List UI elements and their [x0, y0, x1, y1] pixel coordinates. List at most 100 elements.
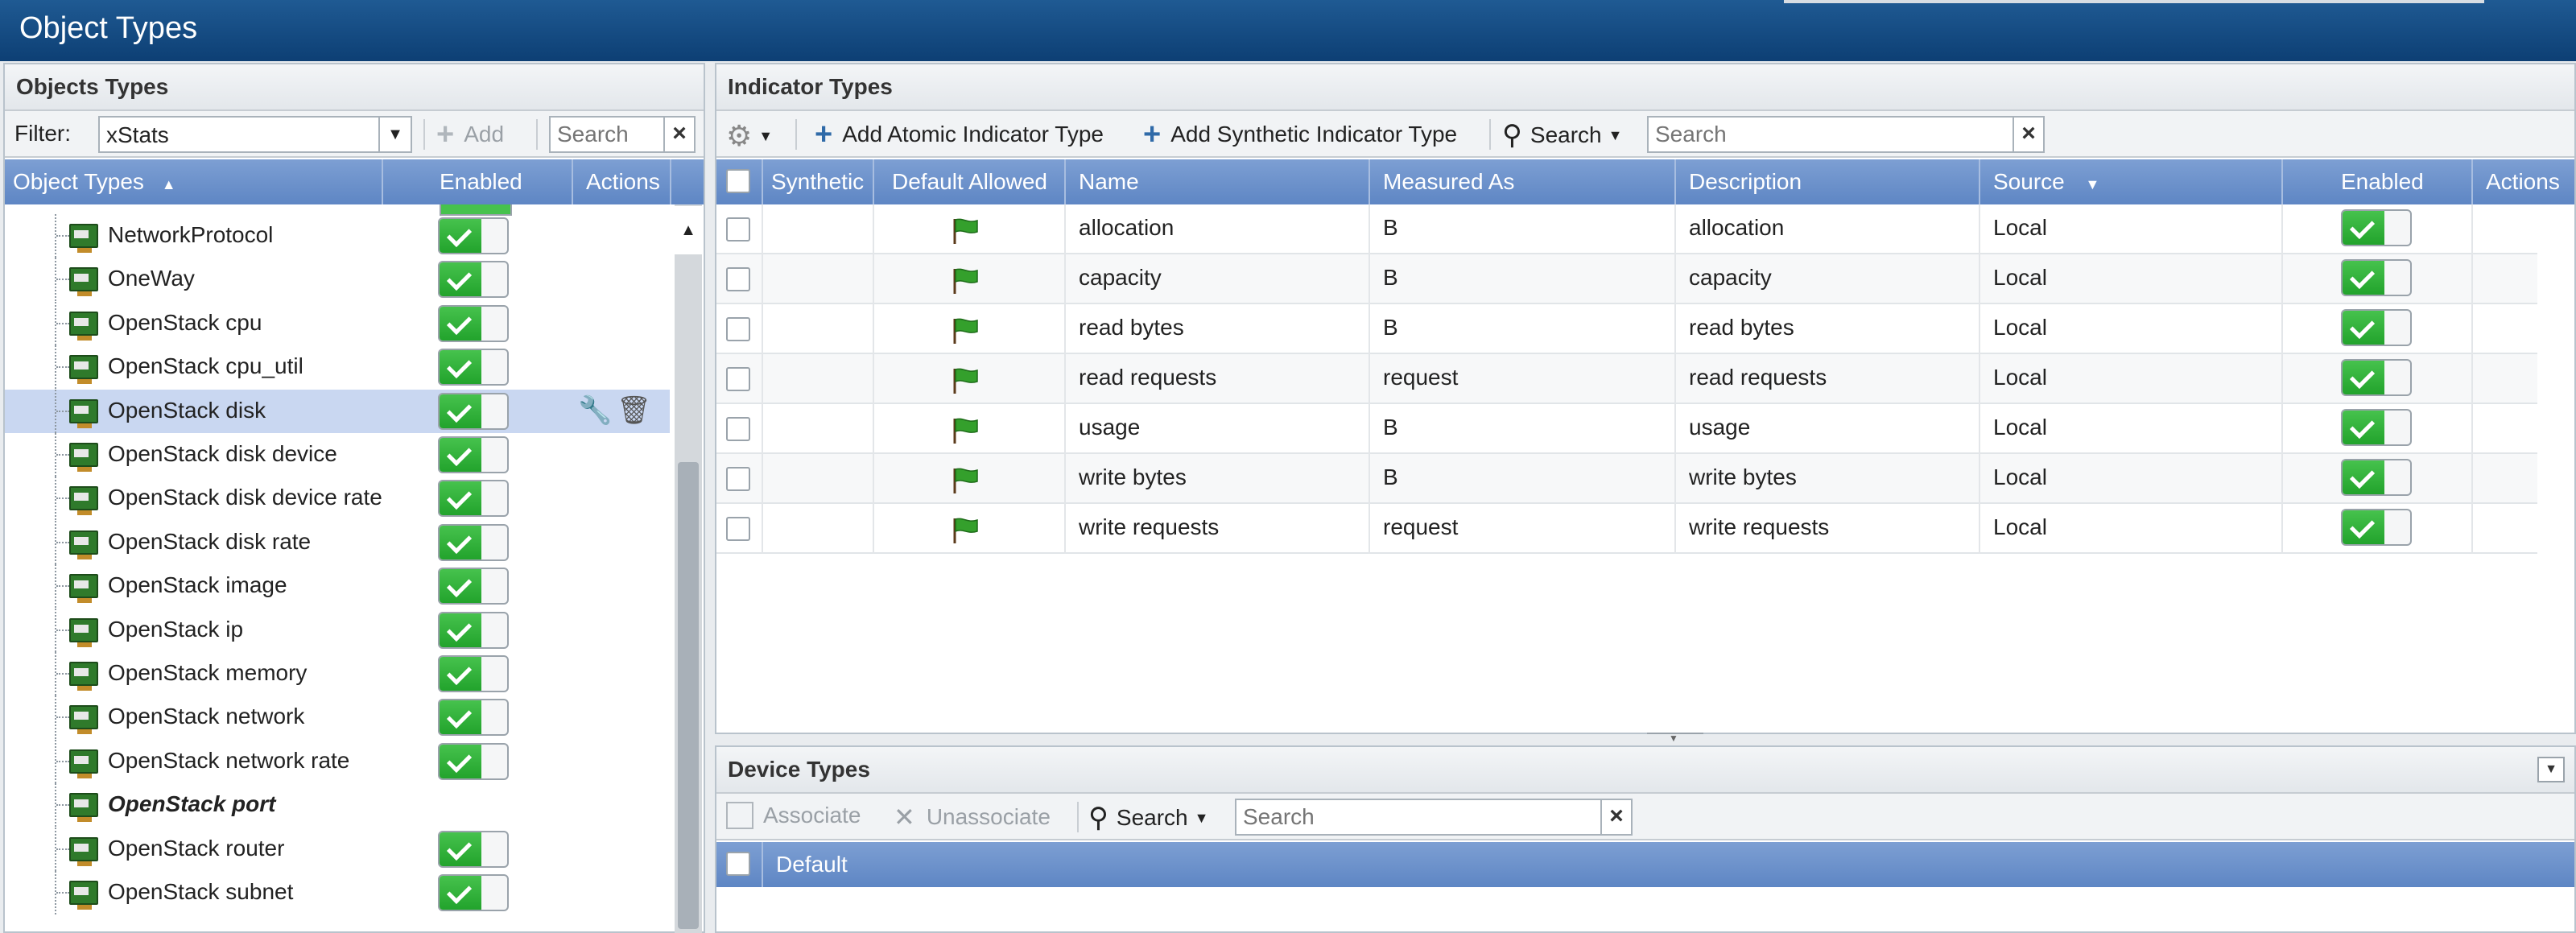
tree-row[interactable]: OpenStack memory [5, 652, 670, 696]
wrench-icon[interactable]: 🔧 [578, 394, 612, 427]
column-name[interactable]: Name [1066, 159, 1370, 204]
enabled-toggle[interactable] [438, 655, 509, 692]
search-icon: ⚲ [1502, 120, 1522, 151]
network-card-icon [69, 749, 98, 778]
row-checkbox-cell [716, 254, 763, 304]
tree-row[interactable]: NetworkProtocol [5, 214, 670, 258]
measured-as-cell: B [1370, 254, 1676, 304]
sort-descending-icon: ▼ [2085, 176, 2100, 192]
tree-row[interactable]: OpenStack network rate [5, 739, 670, 783]
enabled-toggle[interactable] [438, 480, 509, 518]
column-enabled[interactable]: Enabled [2283, 159, 2473, 204]
tree-row[interactable]: OpenStack disk rate [5, 520, 670, 564]
filter-combobox[interactable]: xStats ▼ [98, 116, 412, 153]
enabled-toggle[interactable] [2341, 309, 2412, 346]
add-object-type-button[interactable]: + Add [436, 119, 504, 150]
enabled-toggle[interactable] [438, 830, 509, 868]
scroll-up-icon[interactable]: ▲ [675, 206, 702, 254]
tree-row[interactable]: OpenStack port [5, 783, 670, 828]
column-source[interactable]: Source ▼ [1980, 159, 2283, 204]
enabled-toggle[interactable] [438, 611, 509, 649]
tree-row[interactable]: OpenStack disk 🔧 🗑 [5, 389, 670, 433]
table-row[interactable]: read bytes Bread bytes Local [716, 304, 2537, 354]
trash-icon[interactable]: 🗑 [617, 394, 651, 427]
table-row[interactable]: write requests request write requests Local [716, 504, 2537, 554]
clear-search-button[interactable]: × [663, 116, 696, 153]
enabled-toggle[interactable] [2341, 509, 2412, 546]
unassociate-button[interactable]: ✕ Unassociate [894, 802, 1051, 832]
clear-search-button[interactable]: × [2013, 116, 2045, 153]
tree-connector [56, 673, 69, 675]
enabled-toggle[interactable] [438, 436, 509, 473]
scrollbar-thumb[interactable] [678, 462, 699, 929]
enabled-toggle[interactable] [2341, 409, 2412, 446]
search-menu-button[interactable]: ⚲ Search ▼ [1088, 802, 1208, 834]
add-synthetic-indicator-button[interactable]: + Add Synthetic Indicator Type [1143, 119, 1457, 150]
associate-button[interactable]: Associate [726, 802, 861, 829]
collapse-panel-icon[interactable]: ▼ [2537, 757, 2565, 782]
add-atomic-indicator-button[interactable]: + Add Atomic Indicator Type [815, 119, 1104, 150]
column-default-allowed[interactable]: Default Allowed [874, 159, 1066, 204]
row-checkbox[interactable] [726, 467, 750, 491]
tree-row[interactable]: OpenStack network [5, 696, 670, 740]
enabled-toggle[interactable] [438, 217, 509, 254]
select-all-checkbox[interactable] [726, 852, 750, 876]
indicator-search-input[interactable] [1647, 116, 2016, 153]
table-row[interactable]: read requests request read requests Local [716, 354, 2537, 404]
column-measured-as[interactable]: Measured As [1370, 159, 1676, 204]
plus-icon: + [436, 118, 455, 151]
table-row[interactable]: allocation Ballocation Local [716, 204, 2537, 254]
column-object-types[interactable]: Object Types ▲ [5, 159, 383, 204]
tree-row[interactable]: OpenStack disk device rate [5, 477, 670, 521]
column-default[interactable]: Default [763, 842, 1085, 887]
enabled-toggle[interactable] [438, 699, 509, 737]
row-checkbox[interactable] [726, 517, 750, 541]
device-search-input[interactable] [1235, 799, 1604, 836]
search-menu-button[interactable]: ⚲ Search ▼ [1502, 119, 1622, 151]
enabled-toggle[interactable] [2341, 209, 2412, 246]
tree-row[interactable]: OpenStack subnet [5, 871, 670, 914]
tree-row[interactable]: OpenStack disk device [5, 433, 670, 477]
enabled-toggle[interactable] [438, 523, 509, 561]
column-actions[interactable]: Actions [573, 159, 671, 204]
select-all-checkbox[interactable] [726, 169, 750, 193]
row-checkbox[interactable] [726, 217, 750, 242]
column-enabled[interactable]: Enabled [383, 159, 573, 204]
enabled-toggle[interactable] [438, 392, 509, 430]
column-synthetic[interactable]: Synthetic [763, 159, 874, 204]
actions-cell [2473, 304, 2574, 354]
row-checkbox[interactable] [726, 417, 750, 441]
enabled-toggle[interactable] [438, 742, 509, 780]
column-description[interactable]: Description [1676, 159, 1980, 204]
tree-row-label: OpenStack subnet [108, 879, 294, 904]
tree-row[interactable]: OpenStack cpu_util [5, 345, 670, 390]
enabled-toggle[interactable] [438, 568, 509, 605]
tree-scrollbar[interactable]: ▲ [675, 204, 702, 933]
tree-row[interactable]: OpenStack image [5, 564, 670, 609]
enabled-toggle[interactable] [2341, 459, 2412, 496]
object-search-input[interactable] [549, 116, 668, 153]
clear-search-button[interactable]: × [1600, 799, 1633, 836]
tree-row[interactable]: OpenStack ip [5, 608, 670, 652]
enabled-toggle[interactable] [438, 261, 509, 299]
table-row[interactable]: capacity Bcapacity Local [716, 254, 2537, 304]
table-row[interactable]: write bytes Bwrite bytes Local [716, 454, 2537, 504]
enabled-toggle[interactable] [438, 874, 509, 911]
enabled-toggle[interactable] [438, 349, 509, 386]
enabled-toggle[interactable] [2341, 259, 2412, 296]
row-checkbox[interactable] [726, 317, 750, 341]
chevron-down-icon[interactable]: ▼ [378, 118, 411, 151]
column-actions[interactable]: Actions [2473, 159, 2574, 204]
tree-row[interactable]: OneWay [5, 258, 670, 302]
tree-row[interactable]: OpenStack router [5, 827, 670, 871]
row-checkbox[interactable] [726, 367, 750, 391]
row-checkbox[interactable] [726, 267, 750, 291]
splitter-handle[interactable]: ▼ [1647, 733, 1703, 744]
table-row[interactable]: usage Busage Local [716, 404, 2537, 454]
enabled-toggle[interactable] [2341, 359, 2412, 396]
tree-row[interactable]: OpenStack cpu [5, 301, 670, 345]
settings-menu-button[interactable]: ⚙ ▼ [726, 119, 773, 153]
flag-icon [950, 314, 979, 344]
top-field-edge[interactable] [1784, 0, 2484, 3]
enabled-toggle[interactable] [438, 304, 509, 342]
